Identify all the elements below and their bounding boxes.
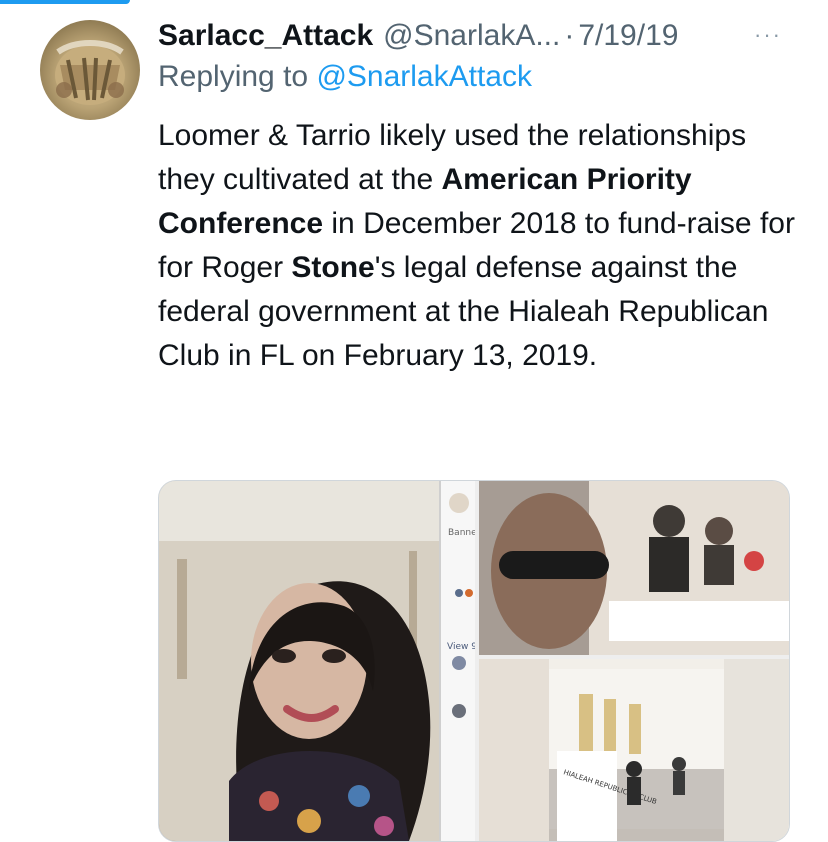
display-name[interactable]: Sarlacc_Attack bbox=[158, 19, 373, 53]
tweet-text: Loomer & Tarrio likely used the relation… bbox=[158, 114, 808, 378]
media-image-left[interactable]: Banne View 9 bbox=[159, 481, 475, 841]
media-image-bottom-right[interactable]: HIALEAH REPUBLICAN CLUB bbox=[479, 659, 789, 841]
reply-prefix: Replying to bbox=[158, 60, 309, 93]
tweet-date[interactable]: 7/19/19 bbox=[578, 19, 678, 53]
media-image-top-right[interactable] bbox=[479, 481, 789, 655]
tweet-header: Sarlacc_Attack @SnarlakA... · 7/19/19 bbox=[158, 14, 678, 58]
reply-context: Replying to @SnarlakAttack bbox=[158, 60, 532, 94]
separator-dot: · bbox=[564, 19, 575, 52]
media-sidebar-text-1: Banne bbox=[448, 528, 475, 538]
reply-mention-link[interactable]: @SnarlakAttack bbox=[316, 60, 532, 93]
tweet[interactable]: Sarlacc_Attack @SnarlakA... · 7/19/19 ··… bbox=[0, 0, 828, 842]
more-horizontal-icon[interactable]: ··· bbox=[748, 20, 788, 50]
user-handle[interactable]: @SnarlakA... bbox=[383, 19, 560, 53]
media-sidebar-text-2: View 9 bbox=[447, 642, 475, 652]
media-grid[interactable]: Banne View 9 HIALEAH REPUBLICAN CLUB bbox=[158, 480, 790, 842]
avatar[interactable] bbox=[40, 20, 140, 120]
tweet-text-bold-2: Stone bbox=[291, 251, 375, 284]
